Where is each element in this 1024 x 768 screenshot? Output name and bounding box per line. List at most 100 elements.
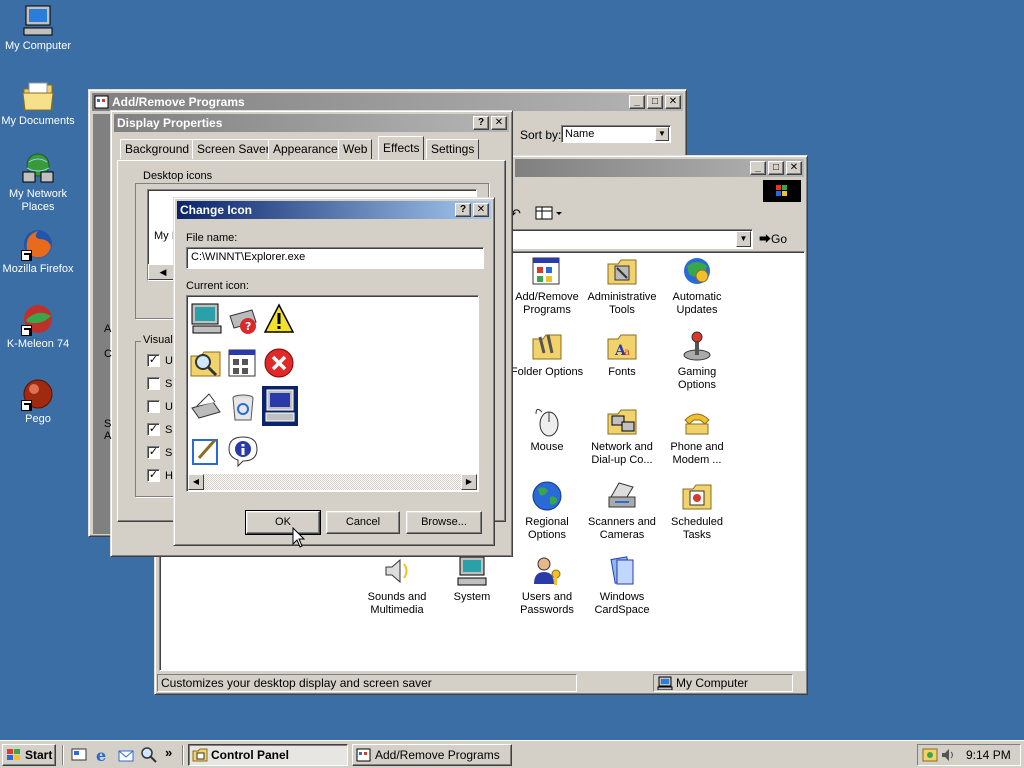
quicklaunch-chevron-icon[interactable]: » [165, 745, 172, 760]
cp-item-phone-modem[interactable]: Phone and Modem ... [659, 404, 735, 467]
status-bar-zone: My Computer [653, 674, 793, 692]
help-button[interactable]: ? [473, 116, 489, 130]
close-button[interactable]: ✕ [473, 203, 489, 217]
desktop-icon-pego[interactable]: Pego [0, 377, 76, 426]
cp-item-users-passwords[interactable]: Users and Passwords [509, 554, 585, 617]
internet-explorer-icon[interactable]: e [94, 746, 112, 765]
task-control-panel[interactable]: Control Panel [188, 744, 348, 766]
cp-item-regional-options[interactable]: Regional Options [509, 479, 585, 542]
tab-appearance[interactable]: Appearance [268, 139, 343, 159]
cp-item-administrative-tools[interactable]: Administrative Tools [584, 254, 660, 317]
tab-screen-saver[interactable]: Screen Saver [192, 139, 275, 159]
effect-checkbox-6[interactable]: ✓ [147, 469, 160, 482]
effect-checkbox-2[interactable] [147, 377, 160, 390]
scroll-right-button[interactable]: ▶ [461, 474, 477, 490]
cp-item-automatic-updates[interactable]: Automatic Updates [659, 254, 735, 317]
display-properties-titlebar[interactable]: Display Properties ? ✕ [114, 114, 509, 132]
error-icon[interactable] [262, 346, 296, 380]
cancel-button[interactable]: Cancel [326, 511, 400, 534]
printer-icon[interactable] [189, 390, 223, 424]
control-panel-titlebar[interactable]: _ □ ✕ [515, 159, 804, 177]
cp-item-sounds-multimedia[interactable]: Sounds and Multimedia [359, 554, 435, 617]
firefox-icon [21, 227, 55, 261]
notepad-icon[interactable] [189, 434, 223, 468]
desktop-icon-my-computer[interactable]: My Computer [0, 4, 76, 53]
desktop-icon-my-documents[interactable]: My Documents [0, 79, 76, 128]
monitor-icon[interactable] [189, 302, 223, 336]
tab-background[interactable]: Background [120, 139, 195, 159]
tab-web[interactable]: Web [338, 139, 373, 159]
cp-item-label: Sounds and Multimedia [367, 591, 427, 616]
recycle-bin-icon[interactable] [226, 390, 260, 424]
cp-item-scheduled-tasks[interactable]: Scheduled Tasks [659, 479, 735, 542]
close-button[interactable]: ✕ [665, 95, 681, 109]
tray-app-icon[interactable] [922, 747, 938, 766]
search-folder-icon[interactable] [189, 346, 223, 380]
tab-effects[interactable]: Effects [378, 136, 425, 160]
computer-selected-icon[interactable] [262, 386, 298, 426]
cp-item-gaming-options[interactable]: Gaming Options [659, 329, 735, 392]
gaming-options-icon [680, 329, 714, 363]
desktop-icon-mozilla-firefox[interactable]: Mozilla Firefox [0, 227, 76, 276]
minimize-button[interactable]: _ [750, 161, 766, 175]
cp-item-label: Automatic Updates [672, 291, 722, 316]
cp-item-cardspace[interactable]: Windows CardSpace [584, 554, 660, 617]
chevron-down-icon[interactable]: ▼ [736, 231, 751, 247]
horizontal-scrollbar[interactable]: ◀ ▶ [188, 474, 477, 490]
help-button[interactable]: ? [455, 203, 471, 217]
address-bar-field[interactable]: ▼ [511, 229, 753, 249]
browse-button[interactable]: Browse... [406, 511, 482, 534]
cp-item-label: Phone and Modem ... [670, 441, 724, 466]
close-button[interactable]: ✕ [786, 161, 802, 175]
warning-icon[interactable] [262, 302, 296, 336]
cp-item-system[interactable]: System [434, 554, 510, 604]
change-icon-titlebar[interactable]: Change Icon ? ✕ [177, 201, 491, 219]
go-button[interactable]: ⮕Go [759, 229, 803, 249]
network-dialup-icon [605, 404, 639, 438]
chevron-down-icon[interactable]: ▼ [655, 127, 669, 141]
folder-options-icon [530, 329, 564, 363]
outlook-express-icon[interactable] [117, 746, 135, 764]
effect-checkbox-5[interactable]: ✓ [147, 446, 160, 459]
desktop-icon-my-network-places[interactable]: My Network Places [0, 152, 76, 214]
ok-button[interactable]: OK [245, 510, 321, 535]
task-label: Control Panel [211, 748, 290, 762]
task-add-remove-programs[interactable]: Add/Remove Programs [352, 744, 512, 766]
scroll-left-button[interactable]: ◀ [188, 474, 204, 490]
desktop-icon-label: Pego [25, 413, 51, 425]
file-name-input[interactable]: C:\WINNT\Explorer.exe [186, 247, 484, 269]
info-icon[interactable] [226, 434, 260, 468]
sort-by-select[interactable]: Name ▼ [561, 125, 671, 143]
cp-item-label: Gaming Options [677, 366, 717, 391]
automatic-updates-icon [680, 254, 714, 288]
tab-settings[interactable]: Settings [426, 139, 480, 159]
network-icon [21, 152, 55, 186]
cp-item-fonts[interactable]: Aa Fonts [584, 329, 660, 379]
close-button[interactable]: ✕ [491, 116, 507, 130]
administrative-tools-icon [605, 254, 639, 288]
cp-item-add-remove-programs[interactable]: Add/Remove Programs [509, 254, 585, 317]
cp-item-label: Users and Passwords [520, 591, 574, 616]
add-remove-titlebar[interactable]: Add/Remove Programs _ □ ✕ [92, 93, 683, 111]
cp-item-folder-options[interactable]: Folder Options [509, 329, 585, 379]
clock[interactable]: 9:14 PM [966, 748, 1011, 762]
cp-item-mouse[interactable]: Mouse [509, 404, 585, 454]
start-button[interactable]: Start [2, 744, 56, 766]
cp-item-network-dialup[interactable]: Network and Dial-up Co... [584, 404, 660, 467]
effect-checkbox-1[interactable]: ✓ [147, 354, 160, 367]
cp-item-label: Regional Options [525, 516, 569, 541]
cp-item-scanners-cameras[interactable]: Scanners and Cameras [584, 479, 660, 542]
views-button[interactable] [533, 204, 567, 222]
system-icon [455, 554, 489, 588]
program-grid-icon[interactable] [226, 346, 260, 380]
volume-icon[interactable] [940, 747, 956, 766]
maximize-button[interactable]: □ [768, 161, 784, 175]
minimize-button[interactable]: _ [629, 95, 645, 109]
effect-checkbox-4[interactable]: ✓ [147, 423, 160, 436]
show-desktop-icon[interactable] [70, 746, 88, 764]
maximize-button[interactable]: □ [647, 95, 663, 109]
printer-help-icon[interactable]: ? [226, 302, 260, 336]
search-icon[interactable] [140, 746, 158, 764]
desktop-icon-k-meleon[interactable]: K-Meleon 74 [0, 302, 76, 351]
effect-checkbox-3[interactable] [147, 400, 160, 413]
